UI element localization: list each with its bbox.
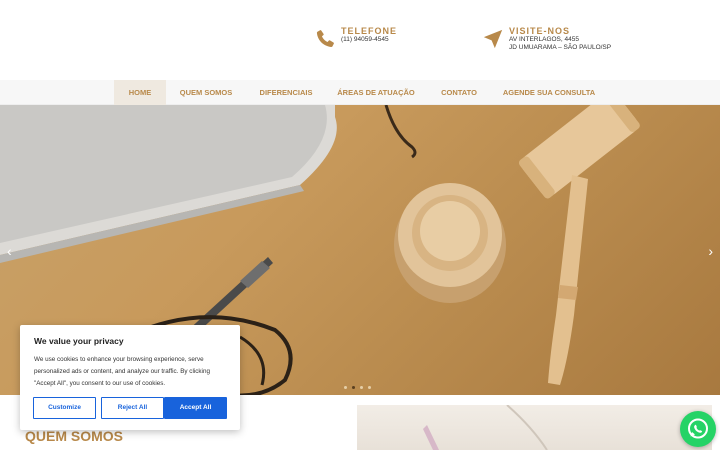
nav-quem-somos[interactable]: QUEM SOMOS	[170, 80, 242, 105]
address-line-2: JD UMUARAMA – SÃO PAULO/SP	[509, 44, 612, 51]
visit-title: VISITE-NOS	[509, 26, 571, 36]
slider-dot-3[interactable]	[360, 386, 363, 389]
whatsapp-icon	[688, 418, 708, 439]
whatsapp-button[interactable]	[680, 411, 716, 447]
customize-button[interactable]: Customize	[33, 397, 96, 419]
nav-agende-consulta[interactable]: AGENDE SUA CONSULTA	[496, 80, 602, 105]
reject-all-button[interactable]: Reject All	[101, 397, 164, 419]
phone-contact: TELEFONE (11) 94059-4545	[314, 26, 397, 50]
slider-dot-2[interactable]	[352, 386, 355, 389]
slider-prev-arrow[interactable]: ‹	[7, 243, 12, 259]
slider-dot-4[interactable]	[368, 386, 371, 389]
slider-pagination	[344, 386, 371, 389]
main-nav: HOME QUEM SOMOS DIFERENCIAIS ÁREAS DE AT…	[0, 80, 720, 105]
phone-icon	[316, 30, 334, 47]
cookie-text: We use cookies to enhance your browsing …	[34, 356, 210, 387]
address-line-1: AV INTERLAGOS, 4455	[509, 36, 579, 43]
nav-diferenciais[interactable]: DIFERENCIAIS	[250, 80, 322, 105]
cookie-title: We value your privacy	[34, 336, 124, 346]
section-title-quem-somos: QUEM SOMOS	[25, 428, 124, 444]
phone-title: TELEFONE	[341, 26, 398, 36]
visit-contact: VISITE-NOS AV INTERLAGOS, 4455 JD UMUARA…	[482, 26, 611, 52]
phone-number[interactable]: (11) 94059-4545	[341, 36, 397, 44]
location-arrow-icon	[483, 29, 503, 49]
cookie-consent-popup: We value your privacy We use cookies to …	[20, 325, 240, 430]
page: TELEFONE (11) 94059-4545 VISITE-NOS AV I…	[0, 0, 720, 450]
nav-home[interactable]: HOME	[114, 80, 166, 105]
slider-next-arrow[interactable]: ›	[708, 243, 713, 259]
nav-contato[interactable]: CONTATO	[430, 80, 488, 105]
about-image	[357, 405, 712, 450]
accept-all-button[interactable]: Accept All	[164, 397, 227, 419]
top-header: TELEFONE (11) 94059-4545 VISITE-NOS AV I…	[0, 0, 720, 80]
nav-areas-de-atuacao[interactable]: ÁREAS DE ATUAÇÃO	[330, 80, 422, 105]
slider-dot-1[interactable]	[344, 386, 347, 389]
